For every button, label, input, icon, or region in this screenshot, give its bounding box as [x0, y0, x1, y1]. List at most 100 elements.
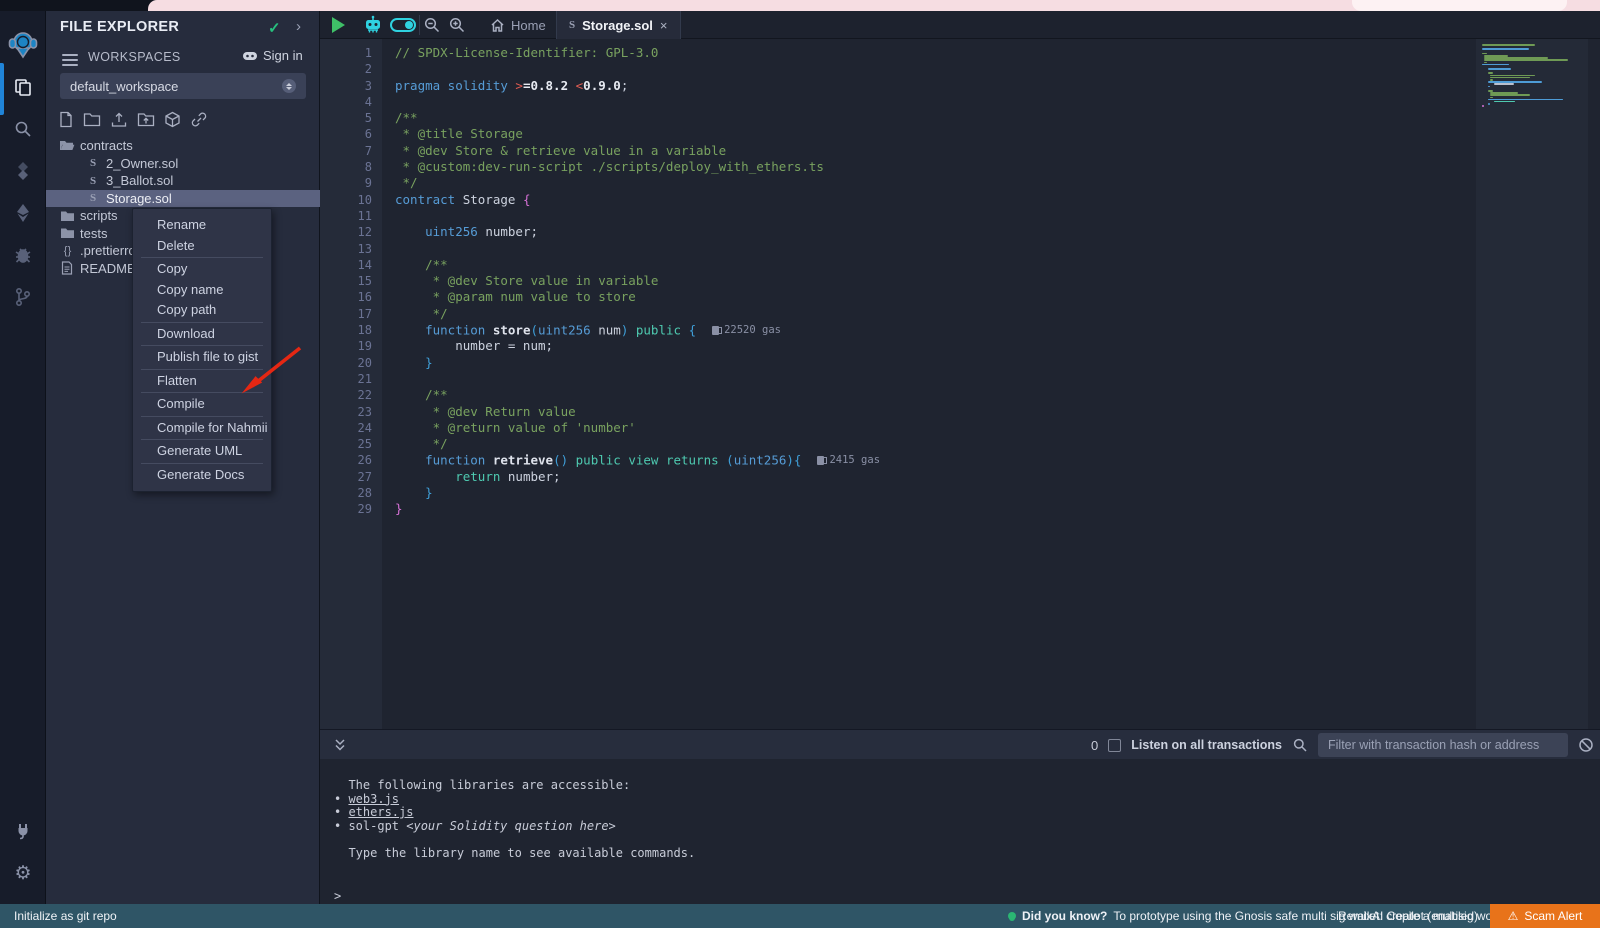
menu-item-generate-uml[interactable]: Generate UML: [133, 441, 271, 462]
tab-storage-label: Storage.sol: [582, 18, 653, 33]
listen-checkbox[interactable]: [1108, 739, 1121, 752]
sol-icon: S: [84, 192, 102, 204]
close-tab-icon[interactable]: ×: [660, 18, 668, 33]
menu-item-copy[interactable]: Copy: [133, 259, 271, 280]
zoom-out-icon[interactable]: [423, 16, 441, 34]
ethereum-deploy-icon: [14, 203, 32, 223]
expand-terminal-icon[interactable]: [332, 737, 348, 753]
listen-label: Listen on all transactions: [1131, 738, 1282, 752]
scam-alert-button[interactable]: ⚠ Scam Alert: [1490, 904, 1600, 928]
lightbulb-icon: [1008, 912, 1016, 920]
menu-item-copy-name[interactable]: Copy name: [133, 280, 271, 301]
sol-icon: S: [84, 175, 102, 187]
plug-icon: [13, 821, 33, 841]
tree-item-3-ballot-sol[interactable]: S3_Ballot.sol: [46, 172, 320, 190]
tree-item-contracts[interactable]: contracts: [46, 137, 320, 155]
menu-item-rename[interactable]: Rename: [133, 215, 271, 236]
chevron-right-icon[interactable]: ›: [296, 18, 301, 35]
sidebar-item-plugin-manager[interactable]: [0, 809, 46, 853]
menu-item-delete[interactable]: Delete: [133, 236, 271, 257]
tab-storage-sol[interactable]: S Storage.sol ×: [556, 11, 681, 39]
editor-tabbar: Home S Storage.sol ×: [320, 11, 1600, 39]
solidity-file-icon: S: [569, 19, 575, 31]
link-icon[interactable]: [190, 111, 208, 128]
new-folder-icon[interactable]: [83, 111, 101, 128]
sign-in-button[interactable]: Sign in: [242, 48, 303, 63]
menu-divider: [141, 322, 263, 323]
clear-console-icon[interactable]: [1578, 737, 1594, 753]
library-link[interactable]: ethers.js: [348, 805, 413, 819]
git-init-button[interactable]: Initialize as git repo: [14, 909, 117, 923]
scam-alert-label: Scam Alert: [1524, 909, 1582, 923]
tip-title: Did you know?: [1022, 909, 1107, 923]
sol-icon: S: [84, 157, 102, 169]
sidebar-item-solidity-compiler[interactable]: [0, 149, 46, 193]
upload-folder-icon[interactable]: [137, 111, 155, 128]
toolbar-separator: [419, 15, 420, 35]
sign-in-label: Sign in: [263, 48, 303, 63]
gas-estimate-badge: 22520 gas: [712, 322, 781, 338]
transaction-count: 0: [1091, 738, 1098, 753]
sidebar-item-git[interactable]: [0, 275, 46, 319]
upload-file-icon[interactable]: [110, 111, 128, 128]
gas-estimate-badge: 2415 gas: [817, 452, 880, 468]
remix-logo-icon: [0, 19, 46, 71]
bug-icon: [13, 245, 33, 265]
terminal-output: The following libraries are accessible:•…: [334, 779, 695, 860]
sidebar-item-search[interactable]: [0, 107, 46, 151]
check-icon: ✓: [268, 19, 281, 37]
run-script-button[interactable]: [332, 17, 345, 33]
menu-divider: [141, 257, 263, 258]
line-numbers: 1234567891011121314151617181920212223242…: [320, 45, 372, 518]
ipfs-cube-icon[interactable]: [164, 111, 181, 128]
menu-item-copy-path[interactable]: Copy path: [133, 300, 271, 321]
sidebar-item-deploy-run[interactable]: [0, 191, 46, 235]
workspaces-label: WORKSPACES: [88, 50, 181, 64]
file-toolbar: [58, 111, 208, 128]
file-icon: [58, 261, 76, 275]
workspace-select[interactable]: default_workspace: [60, 73, 306, 99]
gear-icon: ⚙: [14, 862, 31, 885]
activity-bar: ⚙: [0, 11, 46, 904]
code-content: // SPDX-License-Identifier: GPL-3.0pragm…: [395, 45, 880, 518]
github-icon: [242, 49, 258, 63]
tree-item-storage-sol[interactable]: SStorage.sol: [46, 190, 320, 208]
warning-icon: ⚠: [1508, 909, 1519, 923]
tab-home[interactable]: Home: [476, 11, 560, 39]
menu-item-compile-for-nahmii[interactable]: Compile for Nahmii: [133, 418, 271, 439]
zoom-in-icon[interactable]: [448, 16, 466, 34]
menu-item-generate-docs[interactable]: Generate Docs: [133, 465, 271, 486]
menu-divider: [141, 463, 263, 464]
remixai-robot-icon[interactable]: [362, 15, 384, 35]
sidebar-item-file-explorer[interactable]: [0, 65, 46, 109]
annotation-arrow: [232, 338, 310, 402]
terminal-prompt[interactable]: >: [334, 889, 341, 903]
sidebar-item-debugger[interactable]: [0, 233, 46, 277]
tree-item-2-owner-sol[interactable]: S2_Owner.sol: [46, 155, 320, 173]
folder-icon: [58, 210, 76, 222]
main-area: Home S Storage.sol × 1234567891011121314…: [320, 11, 1600, 904]
copilot-toggle[interactable]: [390, 18, 416, 32]
folder-open-icon: [58, 139, 76, 152]
tab-home-label: Home: [511, 18, 546, 33]
sidebar-item-settings[interactable]: ⚙: [0, 851, 46, 895]
status-bar: Initialize as git repo Did you know? To …: [0, 904, 1600, 928]
minimap[interactable]: [1476, 39, 1588, 729]
new-file-icon[interactable]: [58, 111, 74, 128]
copilot-status[interactable]: RemixAI Copilot (enabled): [1338, 909, 1478, 923]
solidity-icon: [14, 161, 32, 181]
terminal[interactable]: The following libraries are accessible:•…: [320, 759, 1600, 905]
git-branch-icon: [14, 287, 32, 307]
library-link[interactable]: web3.js: [348, 792, 399, 806]
workspaces-menu-icon[interactable]: [62, 51, 78, 69]
browser-strip-pill: [1352, 0, 1567, 11]
search-icon: [13, 119, 33, 139]
folder-icon: [58, 227, 76, 239]
workspace-selected-value: default_workspace: [70, 79, 178, 94]
code-editor[interactable]: 1234567891011121314151617181920212223242…: [320, 39, 1600, 729]
home-icon: [490, 18, 505, 33]
transaction-filter-input[interactable]: [1318, 733, 1568, 757]
menu-divider: [141, 416, 263, 417]
files-icon: [13, 77, 33, 97]
gas-pump-icon: [712, 326, 719, 335]
